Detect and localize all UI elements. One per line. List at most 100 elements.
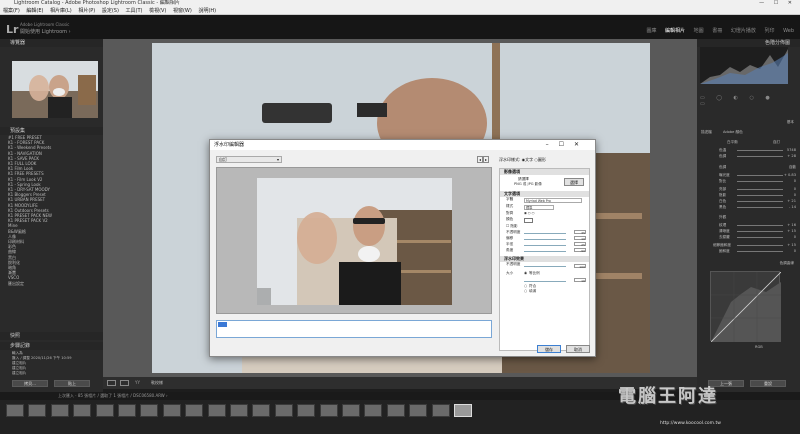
histogram-header[interactable]: 色階分佈圖	[697, 39, 800, 47]
wm-opacity-value[interactable]: 100	[574, 264, 586, 269]
highlights-value[interactable]: 0	[794, 187, 796, 191]
exposure-slider[interactable]	[737, 175, 783, 176]
presets-header[interactable]: 預設集	[0, 127, 103, 135]
tint-slider[interactable]	[737, 156, 783, 157]
filmstrip-thumb[interactable]	[319, 404, 338, 417]
filmstrip-thumb[interactable]	[342, 404, 360, 417]
shadows-slider[interactable]	[737, 195, 783, 196]
whites-slider[interactable]	[737, 201, 783, 202]
size-fill-radio[interactable]: ○	[524, 289, 527, 294]
whites-value[interactable]: + 21	[787, 199, 796, 203]
filmstrip-thumb[interactable]	[118, 404, 136, 417]
history-item[interactable]: 建立相片	[12, 371, 103, 376]
menu-view[interactable]: 檢視(V)	[149, 8, 166, 14]
curve-channel[interactable]: RGB	[755, 345, 763, 349]
filmstrip-path[interactable]: 上次匯入 · 85 張相片 / 選取了 1 張相片 / DSC06580.ARW…	[58, 393, 168, 398]
module-web[interactable]: Web	[783, 28, 794, 34]
filmstrip-thumb[interactable]	[162, 404, 181, 417]
dehaze-slider[interactable]	[737, 237, 783, 238]
navigator-preview[interactable]	[12, 61, 98, 118]
tone-auto[interactable]: 自動	[789, 165, 796, 170]
filmstrip-thumb[interactable]	[274, 404, 293, 417]
module-library[interactable]: 圖庫	[646, 28, 656, 34]
navigator-header[interactable]: 導覽器	[0, 39, 103, 47]
filmstrip-thumb[interactable]	[207, 404, 226, 417]
next-icon[interactable]: ▸	[483, 156, 490, 163]
tone-curve-header[interactable]: 色調曲線	[780, 261, 794, 266]
module-book[interactable]: 書冊	[712, 28, 722, 34]
contrast-slider[interactable]	[737, 181, 783, 182]
preset-folder[interactable]: 匯出設定	[8, 281, 103, 286]
texture-value[interactable]: + 16	[787, 223, 796, 227]
filmstrip-thumb[interactable]	[297, 404, 316, 417]
filmstrip-thumb[interactable]	[431, 404, 450, 417]
reset-button[interactable]: 重設	[750, 380, 786, 387]
temp-value[interactable]: 5748	[787, 148, 796, 152]
preset-nav-arrows[interactable]: ◂ ▸	[477, 156, 490, 163]
wm-opacity-slider[interactable]	[524, 266, 566, 267]
filmstrip-thumb[interactable]	[230, 404, 248, 417]
menu-settings[interactable]: 設定(S)	[102, 8, 119, 14]
dehaze-value[interactable]: 0	[794, 235, 796, 239]
compare-view-icon[interactable]	[120, 380, 129, 386]
menu-photo[interactable]: 相片(P)	[78, 8, 95, 14]
module-print[interactable]: 列印	[764, 28, 774, 34]
filmstrip-thumb[interactable]	[454, 404, 472, 417]
watermark-text-input[interactable]	[216, 320, 492, 338]
snapshots-header[interactable]: 快照	[0, 332, 103, 340]
radius-value[interactable]: 25	[574, 242, 586, 247]
blacks-value[interactable]: - 14	[789, 205, 796, 209]
filmstrip-thumb[interactable]	[50, 404, 69, 417]
vibrance-slider[interactable]	[737, 245, 783, 246]
basic-header[interactable]: 基本	[787, 120, 794, 125]
history-header[interactable]: 步驟記錄	[0, 342, 103, 350]
menu-edit[interactable]: 編輯(E)	[26, 8, 43, 14]
soft-proof-label[interactable]: 軟校樣	[151, 380, 163, 386]
dialog-window-controls[interactable]: –☐✕	[546, 140, 589, 150]
clarity-value[interactable]: + 15	[787, 229, 796, 233]
shadow-checkbox[interactable]: ☐	[506, 224, 509, 228]
copy-button[interactable]: 拷貝...	[12, 380, 48, 387]
filmstrip-thumb[interactable]	[409, 404, 428, 417]
texture-slider[interactable]	[737, 225, 783, 226]
size-value[interactable]: 16	[574, 278, 586, 283]
filmstrip-thumb[interactable]	[6, 404, 24, 417]
exposure-value[interactable]: + 0.83	[784, 173, 796, 177]
paste-button[interactable]: 貼上	[54, 380, 90, 387]
vibrance-value[interactable]: + 15	[787, 243, 796, 247]
filmstrip-thumb[interactable]	[185, 404, 204, 417]
color-swatch[interactable]	[524, 218, 533, 223]
menu-library[interactable]: 相片庫(L)	[50, 8, 72, 14]
size-proportional-radio[interactable]: ◉	[524, 271, 527, 276]
module-map[interactable]: 地圖	[694, 28, 704, 34]
menu-help[interactable]: 說明(H)	[198, 8, 216, 14]
choose-image-button[interactable]: 選擇	[564, 178, 584, 186]
contrast-value[interactable]: 0	[794, 179, 796, 183]
filmstrip-thumb[interactable]	[95, 404, 114, 417]
font-select[interactable]: Myriad Web Pro	[524, 198, 582, 203]
cancel-button[interactable]: 取消	[566, 345, 590, 353]
blacks-slider[interactable]	[737, 207, 783, 208]
menu-tools[interactable]: 工具(T)	[126, 8, 143, 14]
tint-value[interactable]: + 28	[787, 154, 796, 158]
filmstrip-thumb[interactable]	[252, 404, 271, 417]
saturation-value[interactable]: 0	[794, 249, 796, 253]
get-started-link[interactable]: 開始使用 Lightroom ›	[20, 28, 71, 35]
clarity-slider[interactable]	[737, 231, 783, 232]
module-slideshow[interactable]: 幻燈片播放	[731, 28, 756, 34]
tone-curve-graph[interactable]	[710, 271, 782, 343]
align-radios[interactable]: ◉ ○ ○	[524, 211, 534, 216]
saturation-slider[interactable]	[737, 251, 783, 252]
radius-slider[interactable]	[524, 245, 566, 246]
menu-file[interactable]: 檔案(F)	[3, 8, 20, 14]
style-select[interactable]: 標準	[524, 205, 554, 210]
offset-value[interactable]: 10	[574, 236, 586, 241]
temp-slider[interactable]	[737, 150, 783, 151]
yy-icon[interactable]: YY	[135, 380, 140, 385]
shadow-opacity-value[interactable]: 35	[574, 230, 586, 235]
menu-window[interactable]: 視窗(W)	[173, 8, 192, 14]
filmstrip-thumb[interactable]	[386, 404, 405, 417]
wb-value[interactable]: 自訂	[773, 140, 780, 145]
develop-tools-strip[interactable]: ▭ ◯ ◐ ○ ● ▭	[700, 95, 790, 107]
loupe-view-icon[interactable]	[107, 380, 116, 386]
